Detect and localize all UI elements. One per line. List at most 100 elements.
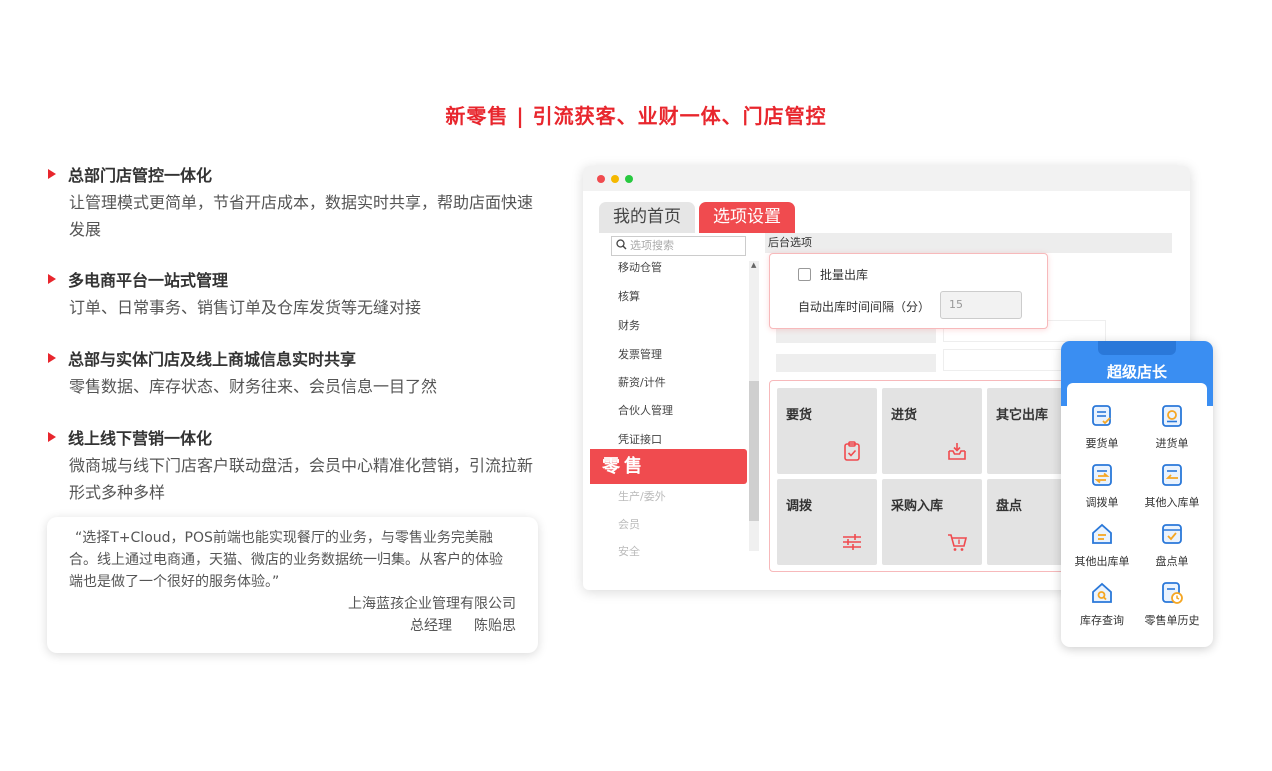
bullet-triangle-icon: [48, 274, 56, 284]
feature-desc: 微商城与线下门店客户联动盘活，会员中心精准化营销，引流拉新形式多种多样: [69, 456, 534, 502]
sidebar-item-invoice[interactable]: 发票管理: [618, 346, 662, 362]
phone-item-label: 要货单: [1085, 437, 1119, 450]
sidebar-scrollbar[interactable]: ▲: [749, 261, 759, 551]
panel-title: 后台选项: [765, 233, 1172, 253]
phone-item-retail-history[interactable]: 零售单历史: [1137, 580, 1207, 628]
sidebar-item-retail-active[interactable]: 零售: [590, 449, 747, 484]
phone-notch: [1098, 341, 1176, 355]
inbox-in-icon: [948, 443, 966, 460]
phone-title: 超级店长: [1106, 363, 1167, 381]
clock-doc-icon: [1162, 582, 1183, 604]
scroll-up-arrow-icon[interactable]: ▲: [751, 261, 756, 269]
phone-item-stocktake[interactable]: 盘点单: [1137, 521, 1207, 569]
bullet-triangle-icon: [48, 353, 56, 363]
sidebar-item-mobile-warehouse[interactable]: 移动仓管: [618, 259, 662, 275]
list-doc-icon: [1092, 405, 1111, 426]
tile-requisition[interactable]: 要货: [777, 388, 877, 474]
options-sidebar: 选项搜索 移动仓管 核算 财务 发票管理 薪资/计件 合伙人管理 凭证接口 生产…: [599, 233, 761, 558]
customer-quote-card: “选择T+Cloud，POS前端也能实现餐厅的业务，与零售业务完美融合。线上通过…: [47, 517, 538, 653]
quote-role: 总经理: [410, 618, 452, 634]
phone-item-label: 盘点单: [1155, 555, 1189, 568]
phone-item-label: 其他出库单: [1074, 555, 1130, 568]
phone-item-purchase[interactable]: 进货单: [1137, 403, 1207, 451]
feature-2: 多电商平台一站式管理 订单、日常事务、销售订单及仓库发货等无缝对接: [48, 268, 548, 321]
tab-home[interactable]: 我的首页: [599, 202, 695, 233]
bullet-triangle-icon: [48, 432, 56, 442]
phone-item-requisition[interactable]: 要货单: [1067, 403, 1137, 451]
phone-item-other-inbound[interactable]: 其他入库单: [1137, 462, 1207, 510]
feature-title: 多电商平台一站式管理: [68, 271, 229, 290]
feature-title: 总部门店管控一体化: [68, 166, 213, 185]
sidebar-item-payroll[interactable]: 薪资/计件: [618, 374, 666, 390]
window-titlebar: [583, 166, 1190, 191]
check-box-icon: [1162, 524, 1182, 544]
quote-text: “选择T+Cloud，POS前端也能实现餐厅的业务，与零售业务完美融合。线上通过…: [69, 530, 503, 590]
page-headline: 新零售 | 引流获客、业财一体、门店管控: [445, 104, 827, 128]
interval-input[interactable]: 15: [940, 291, 1022, 319]
backend-options-popup: 批量出库 自动出库时间间隔（分） 15: [769, 253, 1048, 329]
interval-label: 自动出库时间间隔（分）: [798, 300, 931, 314]
feature-title: 线上线下营销一体化: [68, 429, 213, 448]
tile-label: 调拨: [786, 499, 813, 514]
batch-outbound-checkbox[interactable]: 批量出库: [798, 266, 868, 283]
phone-item-label: 调拨单: [1085, 496, 1119, 509]
feature-desc: 订单、日常事务、销售订单及仓库发货等无缝对接: [69, 298, 422, 317]
sliders-icon: [843, 534, 861, 550]
sidebar-item-accounting[interactable]: 核算: [618, 288, 640, 304]
sidebar-item-finance[interactable]: 财务: [618, 317, 640, 333]
cart-icon: [948, 534, 968, 551]
feature-4: 线上线下营销一体化 微商城与线下门店客户联动盘活，会员中心精准化营销，引流拉新形…: [48, 426, 548, 506]
coin-doc-icon: [1162, 405, 1182, 427]
quote-person: 总经理 陈贻思: [69, 615, 516, 637]
placeholder-field: [943, 349, 1063, 371]
feature-3: 总部与实体门店及线上商城信息实时共享 零售数据、库存状态、财务往来、会员信息一目…: [48, 347, 548, 400]
transfer-doc-icon: [1092, 464, 1112, 486]
window-tabs: 我的首页 选项设置: [599, 202, 799, 233]
feature-desc: 零售数据、库存状态、财务往来、会员信息一目了然: [69, 377, 438, 396]
inbound-doc-icon: [1162, 464, 1182, 486]
tile-purchase-inbound[interactable]: 采购入库: [882, 479, 982, 565]
tile-label: 其它出库: [996, 408, 1049, 423]
placeholder-field: [776, 354, 936, 372]
batch-outbound-label: 批量出库: [820, 268, 869, 282]
tile-label: 进货: [891, 408, 918, 423]
quote-name: 陈贻思: [474, 618, 516, 634]
sidebar-item-member[interactable]: 会员: [618, 516, 640, 532]
phone-item-inventory-query[interactable]: 库存查询: [1067, 580, 1137, 628]
tile-purchase[interactable]: 进货: [882, 388, 982, 474]
tile-label: 采购入库: [891, 499, 944, 514]
sidebar-item-security[interactable]: 安全: [618, 543, 640, 559]
mobile-app-card: 超级店长 要货单 进货单 调拨单 其他入库单 其他出库单 盘点单 库存查询 零售…: [1061, 341, 1213, 647]
tab-options[interactable]: 选项设置: [699, 202, 795, 233]
feature-desc: 让管理模式更简单，节省开店成本，数据实时共享，帮助店面快速发展: [69, 193, 534, 239]
maximize-dot-icon[interactable]: [625, 174, 633, 183]
phone-item-label: 其他入库单: [1144, 496, 1200, 509]
checkbox-box[interactable]: [798, 268, 811, 281]
feature-title: 总部与实体门店及线上商城信息实时共享: [68, 350, 357, 369]
close-dot-icon[interactable]: [597, 174, 605, 183]
house-search-icon: [1092, 582, 1112, 603]
phone-item-transfer[interactable]: 调拨单: [1067, 462, 1137, 510]
phone-item-label: 零售单历史: [1144, 614, 1200, 627]
phone-item-other-outbound[interactable]: 其他出库单: [1067, 521, 1137, 569]
option-search-input[interactable]: 选项搜索: [611, 236, 746, 256]
feature-1: 总部门店管控一体化 让管理模式更简单，节省开店成本，数据实时共享，帮助店面快速发…: [48, 163, 548, 243]
house-out-icon: [1092, 523, 1112, 544]
phone-menu-grid: 要货单 进货单 调拨单 其他入库单 其他出库单 盘点单 库存查询 零售单历史: [1067, 383, 1207, 641]
clipboard-check-icon: [844, 441, 860, 461]
minimize-dot-icon[interactable]: [611, 174, 619, 183]
sidebar-item-voucher[interactable]: 凭证接口: [618, 431, 662, 447]
search-icon: [616, 237, 627, 255]
bullet-triangle-icon: [48, 169, 56, 179]
sidebar-item-production[interactable]: 生产/委外: [618, 488, 666, 504]
retail-function-grid: 要货 进货 其它出库 调拨 采购入库 盘点: [769, 380, 1092, 572]
scrollbar-thumb[interactable]: [749, 381, 759, 521]
quote-company: 上海蓝孩企业管理有限公司: [348, 596, 516, 612]
sidebar-item-partner[interactable]: 合伙人管理: [618, 402, 673, 418]
phone-item-label: 进货单: [1155, 437, 1189, 450]
search-placeholder: 选项搜索: [630, 239, 674, 252]
tile-transfer[interactable]: 调拨: [777, 479, 877, 565]
tile-label: 盘点: [996, 499, 1023, 514]
tile-label: 要货: [786, 408, 813, 423]
phone-item-label: 库存查询: [1080, 614, 1124, 627]
